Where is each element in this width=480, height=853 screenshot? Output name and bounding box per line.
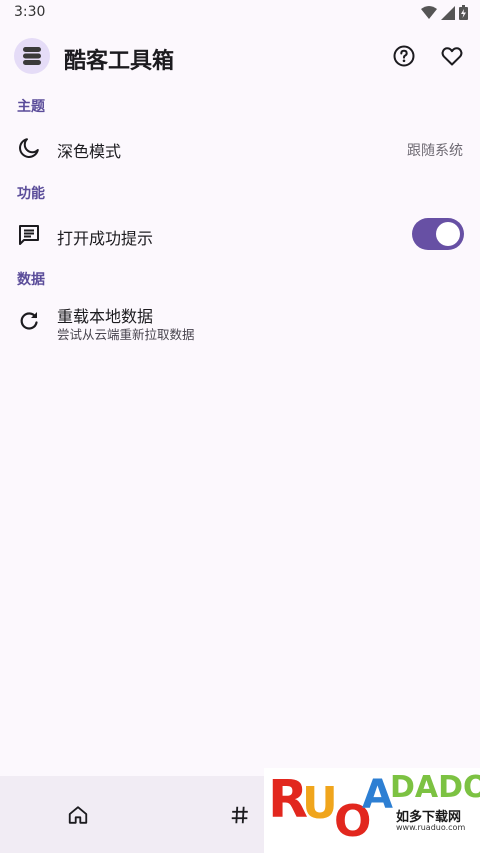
message-icon (16, 222, 42, 248)
battery-icon (459, 5, 468, 20)
favorite-button[interactable] (436, 40, 468, 72)
app-logo-icon (14, 38, 50, 74)
status-bar: 3:30 (0, 0, 480, 26)
heart-icon (441, 47, 463, 66)
status-time: 3:30 (14, 4, 46, 20)
moon-icon (16, 135, 42, 161)
success-tip-toggle[interactable] (412, 218, 464, 250)
app-bar: 酷客工具箱 (0, 34, 480, 80)
toggle-thumb (436, 222, 460, 246)
dark-mode-setting[interactable]: 深色模式 跟随系统 (0, 124, 480, 172)
help-button[interactable] (388, 40, 420, 72)
wifi-icon (421, 5, 437, 19)
nav-home[interactable] (18, 776, 138, 853)
watermark-logo: R U O A DADO 如多下载网 www.ruaduo.com (264, 768, 480, 853)
reload-data-subtitle: 尝试从云端重新拉取数据 (57, 327, 195, 342)
section-header-data: 数据 (17, 272, 45, 288)
cell-signal-icon (441, 5, 455, 20)
status-icons (421, 5, 468, 20)
home-icon (68, 805, 88, 824)
section-header-theme: 主题 (17, 99, 45, 115)
dark-mode-title: 深色模式 (57, 142, 122, 161)
success-tip-title: 打开成功提示 (57, 229, 154, 248)
dark-mode-value: 跟随系统 (407, 143, 463, 159)
success-tip-setting[interactable]: 打开成功提示 (0, 210, 480, 260)
help-icon (393, 45, 415, 67)
reload-data-setting[interactable]: 重载本地数据 尝试从云端重新拉取数据 (0, 298, 480, 348)
refresh-icon (16, 308, 42, 334)
hashtag-icon (231, 806, 248, 823)
app-title: 酷客工具箱 (64, 49, 175, 74)
section-header-features: 功能 (17, 186, 45, 202)
watermark-url: www.ruaduo.com (396, 823, 466, 832)
